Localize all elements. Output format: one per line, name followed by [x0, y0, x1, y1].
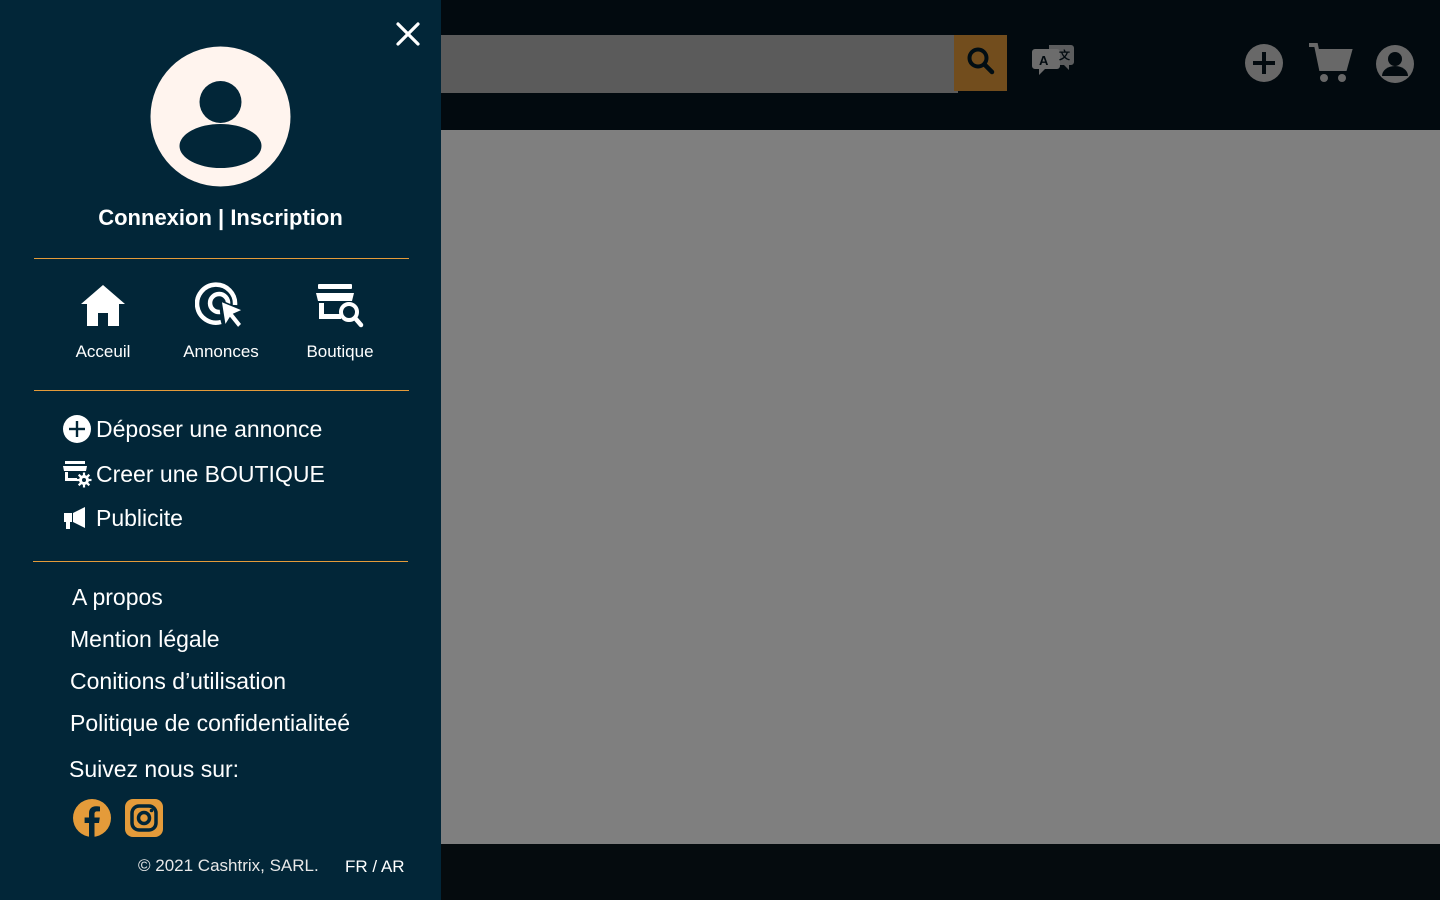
terms-link[interactable]: Conitions d’utilisation: [70, 668, 286, 695]
lang-ar-link[interactable]: AR: [381, 857, 405, 876]
post-ad-link[interactable]: Déposer une annonce: [62, 414, 322, 444]
action-label: Déposer une annonce: [96, 415, 323, 442]
auth-links: Connexion | Inscription: [0, 205, 441, 231]
nav-label: Boutique: [306, 342, 374, 361]
close-drawer-button[interactable]: [392, 20, 424, 52]
action-label: Creer une BOUTIQUE: [96, 460, 325, 487]
shop-search-icon: [314, 281, 366, 334]
action-label: Publicite: [96, 504, 183, 531]
follow-us-label: Suivez nous sur:: [69, 756, 240, 782]
nav-item-shop[interactable]: Boutique: [285, 278, 395, 362]
create-shop-link[interactable]: Creer une BOUTIQUE: [62, 459, 325, 489]
lang-fr-link[interactable]: FR: [345, 857, 368, 876]
divider: [33, 561, 408, 562]
avatar[interactable]: [150, 46, 291, 187]
facebook-link[interactable]: [72, 798, 112, 838]
side-drawer: Connexion | Inscription Acceuil Annonces: [0, 0, 441, 900]
nav-item-home[interactable]: Acceuil: [48, 278, 158, 362]
close-icon: [395, 21, 421, 52]
login-link[interactable]: Connexion: [98, 205, 212, 230]
nav-label: Annonces: [183, 342, 259, 361]
divider: [34, 258, 409, 259]
copyright-text: © 2021 Cashtrix, SARL.: [138, 856, 319, 875]
divider: [34, 390, 409, 391]
megaphone-icon: [62, 503, 94, 533]
nav-item-listings[interactable]: Annonces: [166, 278, 276, 362]
register-link[interactable]: Inscription: [230, 205, 342, 230]
plus-circle-icon: [62, 414, 94, 444]
legal-notice-link[interactable]: Mention légale: [70, 626, 220, 653]
shop-settings-icon: [62, 459, 94, 489]
lang-separator: /: [372, 857, 378, 876]
language-switcher: FR / AR: [345, 857, 405, 877]
privacy-link[interactable]: Politique de confidentialiteé: [70, 710, 350, 737]
instagram-icon: [124, 799, 164, 842]
home-icon: [79, 282, 127, 333]
cursor-click-icon: [194, 279, 247, 336]
auth-separator: |: [218, 205, 225, 230]
user-avatar-icon: [150, 46, 291, 187]
nav-label: Acceuil: [75, 342, 131, 361]
facebook-icon: [72, 799, 112, 842]
instagram-link[interactable]: [124, 798, 164, 838]
advertising-link[interactable]: Publicite: [62, 503, 183, 533]
about-link[interactable]: A propos: [72, 584, 163, 611]
